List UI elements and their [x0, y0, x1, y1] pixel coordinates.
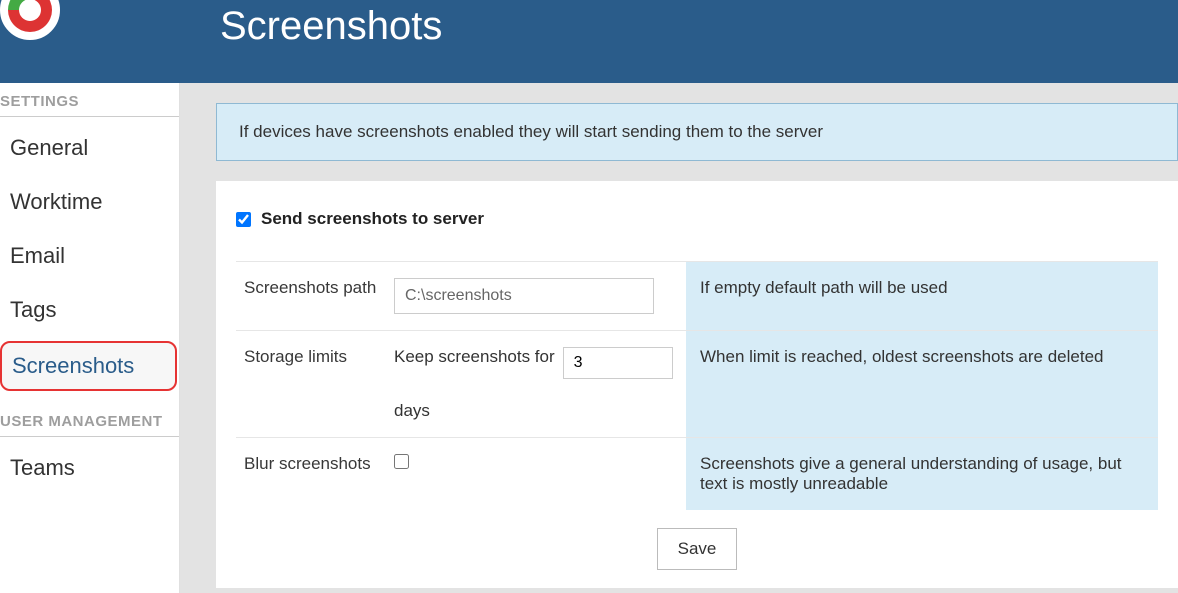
sidebar-section-settings: SETTINGS — [0, 89, 179, 117]
sidebar-item-tags[interactable]: Tags — [0, 283, 179, 337]
row-storage-limits: Storage limits Keep screenshots for days… — [236, 331, 1158, 438]
sidebar-item-email[interactable]: Email — [0, 229, 179, 283]
storage-prefix: Keep screenshots for — [394, 347, 555, 367]
sidebar-section-user-management: USER MANAGEMENT — [0, 409, 179, 437]
sidebar-item-screenshots[interactable]: Screenshots — [0, 341, 177, 391]
save-button[interactable]: Save — [657, 528, 738, 570]
screenshots-path-label: Screenshots path — [236, 262, 386, 331]
layout: SETTINGS General Worktime Email Tags Scr… — [0, 83, 1178, 593]
blur-screenshots-help: Screenshots give a general understanding… — [686, 438, 1158, 511]
save-row: Save — [236, 510, 1158, 588]
sidebar-item-worktime[interactable]: Worktime — [0, 175, 179, 229]
blur-screenshots-checkbox[interactable] — [394, 454, 409, 469]
send-screenshots-checkbox[interactable] — [236, 212, 251, 227]
screenshots-path-help: If empty default path will be used — [686, 262, 1158, 331]
settings-table: Screenshots path If empty default path w… — [236, 261, 1158, 510]
sidebar-item-general[interactable]: General — [0, 121, 179, 175]
sidebar-item-teams[interactable]: Teams — [0, 441, 179, 495]
storage-suffix: days — [394, 401, 430, 421]
blur-screenshots-label: Blur screenshots — [236, 438, 386, 511]
app-logo — [0, 0, 75, 55]
storage-days-input[interactable] — [563, 347, 673, 379]
storage-limits-label: Storage limits — [236, 331, 386, 438]
page-title: Screenshots — [220, 4, 442, 49]
send-screenshots-label: Send screenshots to server — [261, 209, 484, 229]
header: Screenshots — [0, 0, 1178, 83]
row-screenshots-path: Screenshots path If empty default path w… — [236, 262, 1158, 331]
main-content: If devices have screenshots enabled they… — [180, 83, 1178, 593]
screenshots-path-input[interactable] — [394, 278, 654, 314]
info-banner: If devices have screenshots enabled they… — [216, 103, 1178, 161]
row-blur-screenshots: Blur screenshots Screenshots give a gene… — [236, 438, 1158, 511]
send-screenshots-row: Send screenshots to server — [236, 209, 1158, 229]
sidebar: SETTINGS General Worktime Email Tags Scr… — [0, 83, 180, 593]
settings-card: Send screenshots to server Screenshots p… — [216, 181, 1178, 588]
storage-limits-help: When limit is reached, oldest screenshot… — [686, 331, 1158, 438]
